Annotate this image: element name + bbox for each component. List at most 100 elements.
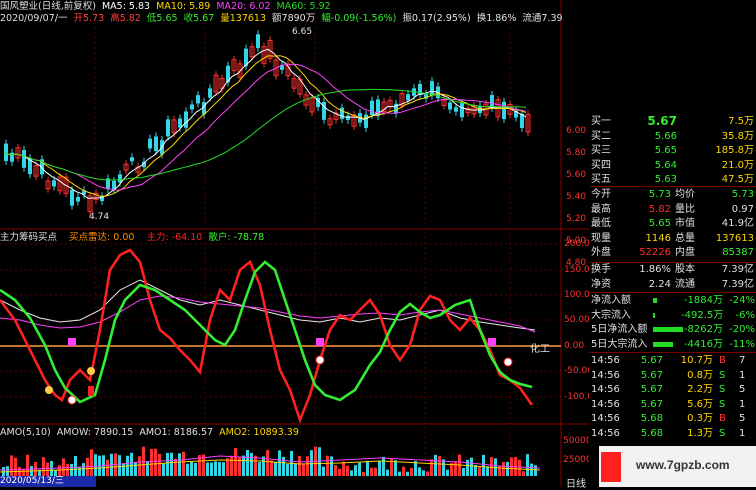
- trade-row[interactable]: 14:56 5.67 2.2万 S 5: [589, 382, 756, 397]
- flow-bar: [653, 298, 657, 303]
- trade-row[interactable]: 14:56 5.68 1.3万 S 1: [589, 426, 756, 441]
- volume-bar: [26, 454, 29, 476]
- volume-label: 量137613: [220, 13, 267, 24]
- bid-row[interactable]: 买一 5.67 7.5万: [589, 114, 756, 129]
- trade-price: 5.67: [640, 355, 663, 366]
- price-axis-tick: 5.60: [566, 170, 587, 180]
- volume-bar: [402, 466, 405, 476]
- volume-bar: [522, 471, 525, 476]
- chart-header-ohlc: 2020/09/07/一 开5.73 高5.82 低5.65 收5.67 量13…: [0, 13, 566, 24]
- trade-time: 14:56: [591, 398, 620, 410]
- candle-body: [148, 138, 152, 149]
- volume-bar: [278, 450, 281, 476]
- bid-label: 买一: [591, 116, 611, 127]
- period-label[interactable]: 日线: [566, 475, 586, 490]
- volume-bar: [214, 461, 217, 476]
- candle-body: [184, 111, 188, 128]
- stat-row[interactable]: 现量 1146 总量 137613: [589, 231, 756, 246]
- stat-value: 85387: [722, 247, 754, 258]
- turnover-label: 换1.86%: [476, 13, 517, 24]
- volume-bar: [382, 456, 385, 476]
- volume-bar: [358, 462, 361, 476]
- volume-bar: [334, 465, 337, 476]
- trade-time: 14:56: [591, 369, 620, 381]
- stat-value: 2.24: [648, 278, 671, 290]
- flow-bar: [653, 341, 673, 347]
- trade-row[interactable]: 14:56 5.67 0.8万 S 1: [589, 368, 756, 383]
- trade-price: 5.67: [640, 384, 663, 395]
- trade-count: 1: [739, 427, 746, 439]
- bid-price: 5.66: [654, 130, 677, 142]
- volume-bar: [282, 456, 285, 476]
- volume-bar: [82, 463, 85, 476]
- main-force-label: 主力: -64.10: [146, 232, 203, 243]
- stat-value: 5.73: [731, 189, 754, 200]
- candle-body: [418, 83, 422, 96]
- watermark-text: www.7gpzb.com: [636, 458, 730, 472]
- flow-value: -492.5万: [681, 309, 724, 321]
- volume-bar: [426, 471, 429, 476]
- flow-percent: -11%: [729, 338, 755, 350]
- stat-value: 41.9亿: [721, 218, 754, 229]
- volume-bar: [162, 463, 165, 476]
- bid-row[interactable]: 买三 5.65 185.8万: [589, 143, 756, 158]
- trade-volume: 0.8万: [687, 369, 713, 381]
- watermark-banner: www.7gpzb.com: [599, 446, 756, 487]
- bid-volume: 185.8万: [715, 145, 754, 156]
- watermark-logo-icon: [601, 452, 621, 482]
- stat-row[interactable]: 最低 5.65 市值 41.9亿: [589, 216, 756, 231]
- stat-label: 最高: [591, 203, 611, 215]
- bid-volume: 47.5万: [721, 174, 754, 185]
- candle-body: [346, 115, 350, 120]
- flow-label: 5日大宗流入: [591, 338, 648, 350]
- volume-bar: [74, 456, 77, 476]
- trade-row[interactable]: 14:56 5.67 5.6万 S 1: [589, 397, 756, 412]
- volume-bar: [346, 465, 349, 476]
- amount-label: 额7890万: [272, 13, 316, 24]
- volume-bar: [46, 462, 49, 476]
- volume-bar: [118, 455, 121, 476]
- volume-bar: [338, 468, 341, 476]
- trade-row[interactable]: 14:56 5.67 10.7万 B 7: [589, 353, 756, 368]
- volume-bar: [470, 457, 473, 476]
- candle-body: [364, 114, 368, 128]
- candle-body: [52, 180, 56, 187]
- bid-row[interactable]: 买五 5.63 47.5万: [589, 172, 756, 187]
- volume-bar: [310, 450, 313, 476]
- bid-price: 5.67: [647, 114, 677, 128]
- price-axis-tick: 6.00: [566, 126, 587, 136]
- volume-bar: [350, 470, 353, 476]
- bid-row[interactable]: 买四 5.64 21.0万: [589, 158, 756, 173]
- flow-value: -8262万: [683, 324, 723, 335]
- candle-body: [454, 107, 458, 112]
- stat-row[interactable]: 外盘 52226 内盘 85387: [589, 245, 756, 260]
- trade-time: 14:56: [591, 384, 620, 395]
- flow-row[interactable]: 净流入额 -1884万 -24%: [589, 293, 756, 308]
- stat-value: 7.39亿: [721, 278, 754, 290]
- stat-row[interactable]: 净资 2.24 流通 7.39亿: [589, 277, 756, 292]
- candle-body: [208, 88, 212, 98]
- candle-body: [196, 95, 200, 104]
- trade-price: 5.67: [640, 369, 663, 381]
- trade-time: 14:56: [591, 355, 620, 366]
- stat-row[interactable]: 换手 1.86% 股本 7.39亿: [589, 262, 756, 277]
- stat-value: 5.65: [648, 218, 671, 229]
- flow-row[interactable]: 大宗流入 -492.5万 -6%: [589, 308, 756, 323]
- trade-row[interactable]: 14:56 5.68 0.3万 B 5: [589, 411, 756, 426]
- bid-price: 5.65: [654, 145, 677, 156]
- bid-row[interactable]: 买二 5.66 35.8万: [589, 129, 756, 144]
- bid-label: 买四: [591, 159, 611, 171]
- stat-row[interactable]: 今开 5.73 均价 5.73: [589, 187, 756, 202]
- trade-time: 14:56: [591, 413, 620, 424]
- buy-point-label: 买点雷达: 0.00: [69, 232, 135, 243]
- bid-volume: 7.5万: [728, 116, 754, 127]
- volume-bar: [322, 466, 325, 476]
- volume-bar: [366, 460, 369, 476]
- trade-side: S: [719, 369, 726, 381]
- volume-bar: [462, 467, 465, 476]
- indicator-axis-tick: 50.00: [564, 315, 590, 325]
- volume-bar: [362, 471, 365, 476]
- volume-bar: [454, 461, 457, 476]
- ma60-label: MA60: 5.92: [276, 1, 331, 12]
- stat-row[interactable]: 最高 5.82 量比 0.97: [589, 202, 756, 217]
